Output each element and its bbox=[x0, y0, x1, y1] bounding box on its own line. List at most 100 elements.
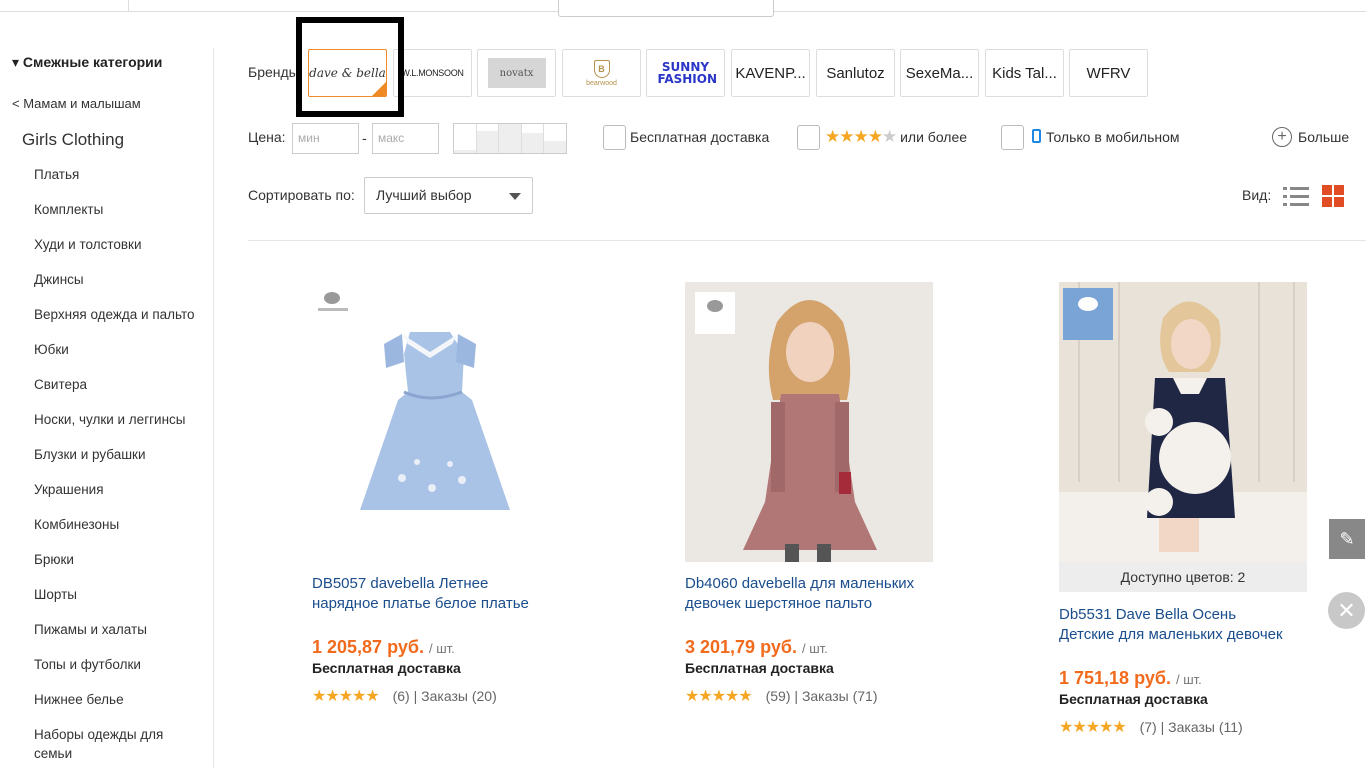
product-card[interactable]: Доступно цветов: 2 Db5531 Dave Bella Осе… bbox=[1059, 282, 1319, 737]
brand-name: KAVENP... bbox=[735, 64, 806, 82]
close-icon: ✕ bbox=[1337, 597, 1356, 623]
product-title[interactable]: Db5531 Dave Bella Осень Детские для мале… bbox=[1059, 605, 1319, 645]
mobile-only-checkbox[interactable] bbox=[1001, 125, 1024, 150]
sidebar-item[interactable]: Джинсы bbox=[34, 271, 195, 306]
close-button[interactable]: ✕ bbox=[1328, 592, 1365, 629]
back-link-moms-babies[interactable]: < Мамам и малышам bbox=[12, 96, 141, 111]
edit-pencil-button[interactable]: ✎ bbox=[1329, 519, 1365, 559]
sidebar-item[interactable]: Блузки и рубашки bbox=[34, 446, 195, 481]
product-card[interactable]: Db4060 davebella для маленьких девочек ш… bbox=[685, 282, 945, 706]
sidebar-item[interactable]: Топы и футболки bbox=[34, 656, 195, 691]
price-value: 3 201,79 руб. bbox=[685, 637, 797, 657]
monsoon-logo: W.L.MONSOON bbox=[401, 68, 464, 78]
sidebar-item[interactable]: Худи и толстовки bbox=[34, 236, 195, 271]
product-title[interactable]: DB5057 davebella Летнее нарядное платье … bbox=[312, 574, 572, 614]
category-sidebar: ▾ Смежные категории < Мамам и малышам Gi… bbox=[0, 48, 214, 768]
list-view-icon[interactable] bbox=[1283, 185, 1309, 207]
price-label: Цена: bbox=[248, 129, 286, 145]
mobile-only-text: Только в мобильном bbox=[1046, 129, 1180, 145]
dave-bella-logo: dave & bella bbox=[309, 66, 386, 80]
brand-bearwood[interactable]: B bearwood bbox=[562, 49, 641, 97]
sidebar-item[interactable]: Шорты bbox=[34, 586, 195, 621]
review-count[interactable]: (6) bbox=[393, 688, 410, 704]
price-dash: - bbox=[362, 130, 367, 146]
star-rating-icon: ★★★★★ bbox=[1059, 719, 1127, 736]
sidebar-item[interactable]: Платья bbox=[34, 166, 195, 201]
star-rating-icon: ★★★★★ bbox=[685, 688, 753, 705]
product-price: 3 201,79 руб. / шт. bbox=[685, 637, 945, 658]
sidebar-item[interactable]: Свитера bbox=[34, 376, 195, 411]
brand-sanlutoz[interactable]: Sanlutoz bbox=[816, 49, 895, 97]
phone-icon bbox=[1032, 129, 1041, 143]
product-rating: ★★★★★ (6) | Заказы (20) bbox=[312, 686, 572, 706]
product-title-line: Db5531 Dave Bella Осень bbox=[1059, 606, 1237, 623]
price-min-input[interactable]: мин bbox=[292, 123, 359, 154]
rating-suffix: или более bbox=[900, 129, 968, 145]
related-categories-heading[interactable]: ▾ Смежные категории bbox=[12, 54, 162, 71]
price-value: 1 751,18 руб. bbox=[1059, 668, 1171, 688]
order-count: Заказы (11) bbox=[1168, 719, 1243, 735]
review-count[interactable]: (59) bbox=[766, 688, 791, 704]
price-unit: / шт. bbox=[1175, 672, 1202, 687]
order-count: Заказы (20) bbox=[421, 688, 497, 704]
grid-view-icon[interactable] bbox=[1322, 185, 1344, 207]
sidebar-item[interactable]: Комбинезоны bbox=[34, 516, 195, 551]
sidebar-item[interactable]: Комплекты bbox=[34, 201, 195, 236]
rating-separator: | bbox=[794, 688, 802, 704]
product-title-line: Детские для маленьких девочек bbox=[1059, 626, 1283, 643]
free-shipping-checkbox[interactable] bbox=[603, 125, 626, 150]
more-filters-button[interactable]: + Больше bbox=[1272, 127, 1349, 147]
sidebar-item[interactable]: Пижамы и халаты bbox=[34, 621, 195, 656]
product-image-dress[interactable] bbox=[312, 282, 560, 562]
sidebar-item[interactable]: Носки, чулки и леггинсы bbox=[34, 411, 195, 446]
sidebar-item[interactable]: Украшения bbox=[34, 481, 195, 516]
sort-label: Сортировать по: bbox=[248, 187, 355, 203]
brand-wfrv[interactable]: WFRV bbox=[1069, 49, 1148, 97]
product-price: 1 205,87 руб. / шт. bbox=[312, 637, 572, 658]
product-rating: ★★★★★ (59) | Заказы (71) bbox=[685, 686, 945, 706]
sidebar-item[interactable]: Юбки bbox=[34, 341, 195, 376]
price-max-input[interactable]: макс bbox=[372, 123, 439, 154]
sidebar-item[interactable]: Брюки bbox=[34, 551, 195, 586]
brand-name: WFRV bbox=[1086, 64, 1131, 82]
plus-circle-icon: + bbox=[1272, 127, 1292, 147]
sidebar-item[interactable]: Нижнее белье bbox=[34, 691, 195, 726]
star-rating-icon: ★★★★★ bbox=[312, 688, 380, 705]
sunny-fashion-logo: SUNNY FASHION bbox=[657, 60, 718, 86]
product-image-knit-dress[interactable] bbox=[1059, 282, 1307, 562]
free-shipping-label[interactable]: Бесплатная доставка bbox=[630, 129, 769, 145]
rating-filter-label[interactable]: ★★★★★ или более bbox=[825, 127, 967, 147]
product-title-line: нарядное платье белое платье bbox=[312, 595, 529, 612]
top-divider bbox=[128, 0, 129, 12]
sidebar-item-cont[interactable]: семьи bbox=[34, 745, 195, 764]
brand-kavenp[interactable]: KAVENP... bbox=[731, 49, 810, 97]
selected-check-icon bbox=[372, 82, 386, 96]
brands-label: Бренды bbox=[248, 64, 299, 80]
sidebar-item[interactable]: Наборы одежды для bbox=[34, 726, 195, 745]
price-value: 1 205,87 руб. bbox=[312, 637, 424, 657]
brand-dave-bella[interactable]: dave & bella bbox=[308, 49, 387, 97]
available-colors-label: Доступно цветов: 2 bbox=[1059, 562, 1307, 592]
review-count[interactable]: (7) bbox=[1140, 719, 1157, 735]
mobile-only-label[interactable]: Только в мобильном bbox=[1032, 129, 1180, 145]
brand-sunny-fashion[interactable]: SUNNY FASHION bbox=[646, 49, 725, 97]
price-unit: / шт. bbox=[428, 641, 455, 656]
sort-select[interactable]: Лучший выбор bbox=[364, 177, 533, 214]
product-card[interactable]: DB5057 davebella Летнее нарядное платье … bbox=[312, 282, 572, 706]
brand-sexema[interactable]: SexeMa... bbox=[900, 49, 979, 97]
brand-wl-monsoon[interactable]: W.L.MONSOON bbox=[393, 49, 472, 97]
crest-logo-text: bearwood bbox=[586, 79, 617, 87]
brand-kids-tales[interactable]: Kids Tal... bbox=[985, 49, 1064, 97]
brand-name: Kids Tal... bbox=[992, 64, 1057, 82]
shipping-label: Бесплатная доставка bbox=[1059, 691, 1208, 707]
price-histogram[interactable] bbox=[453, 123, 567, 154]
crest-logo: B bearwood bbox=[586, 59, 617, 87]
search-input[interactable] bbox=[558, 0, 774, 17]
product-title[interactable]: Db4060 davebella для маленьких девочек ш… bbox=[685, 574, 945, 614]
product-image-coat[interactable] bbox=[685, 282, 933, 562]
price-unit: / шт. bbox=[801, 641, 828, 656]
rating-checkbox[interactable] bbox=[797, 125, 820, 150]
filter-divider bbox=[248, 240, 1366, 241]
sidebar-item[interactable]: Верхняя одежда и пальто bbox=[34, 306, 195, 341]
brand-novatx[interactable]: novatx bbox=[477, 49, 556, 97]
